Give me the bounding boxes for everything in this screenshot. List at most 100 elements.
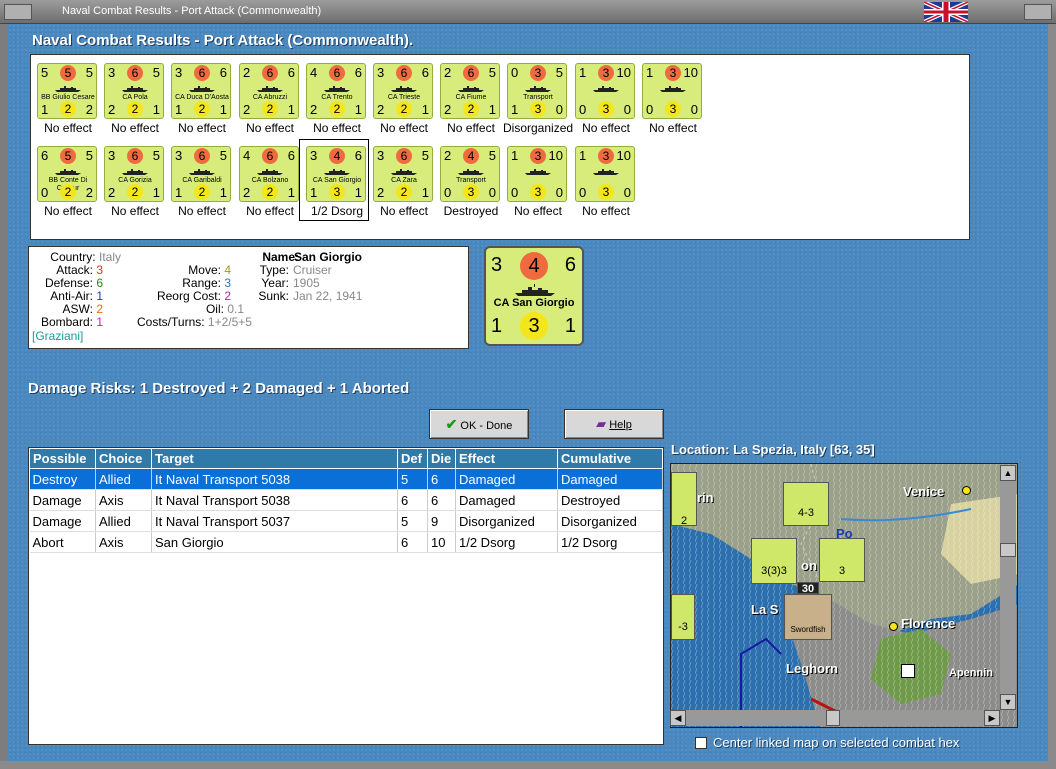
unit-counter[interactable]: 3 6 5 CA Zara 2 2 1 No effect <box>369 142 433 218</box>
map-unit-counter[interactable]: 4-3 <box>783 482 829 526</box>
map-horizontal-scrollbar[interactable]: ◀ ▶ <box>670 710 1000 726</box>
scroll-down-button[interactable]: ▼ <box>1000 694 1016 710</box>
unit-counter-face[interactable]: 3 4 6 CA San Giorgio 1 3 1 <box>306 146 366 202</box>
unit-counter-face[interactable]: 3 6 6 CA Trieste 2 2 1 <box>373 63 433 119</box>
unit-counter-face[interactable]: 5 5 5 BB Giulio Cesare 1 2 2 <box>37 63 97 119</box>
unit-counter-face[interactable]: 3 6 6 CA Duca D'Aosta 1 2 1 <box>171 63 231 119</box>
unit-counter-face[interactable]: 2 6 6 CA Abruzzi 2 2 1 <box>239 63 299 119</box>
unit-counter[interactable]: 3 6 6 CA Trieste 2 2 1 No effect <box>369 59 433 135</box>
unit-move: 6 <box>354 148 362 163</box>
unit-asw: 2 <box>60 101 76 117</box>
linked-map[interactable]: Venice Florence Leghorn La S Apennin rin… <box>670 463 1018 728</box>
unit-effect: No effect <box>246 204 294 218</box>
defense-row: Defense: 6 <box>29 276 103 290</box>
unit-counter[interactable]: 4 6 6 CA Bolzano 2 2 1 No effect <box>235 142 299 218</box>
unit-counter[interactable]: 3 6 6 CA Duca D'Aosta 1 2 1 No effect <box>167 59 231 135</box>
unit-counter[interactable]: 2 4 5 Transport 0 3 0 Destroyed <box>436 142 500 218</box>
unit-aa: 2 <box>377 102 385 117</box>
unit-asw: 2 <box>463 101 479 117</box>
unit-counter[interactable]: 3 6 5 CA Gorizia 2 2 1 No effect <box>100 142 164 218</box>
ok-done-label: OK - Done <box>460 420 513 432</box>
map-vertical-scrollbar[interactable]: ▲ ▼ <box>1000 465 1016 710</box>
col-def[interactable]: Def <box>397 448 428 469</box>
unit-counter-face[interactable]: 3 6 5 CA Zara 2 2 1 <box>373 146 433 202</box>
unit-counter[interactable]: 1 3 10 0 3 0 No effect <box>638 59 702 135</box>
unit-counter[interactable]: 4 6 6 CA Trento 2 2 1 No effect <box>302 59 366 135</box>
unit-counter-face[interactable]: 3 6 5 CA Garibaldi 1 2 1 <box>171 146 231 202</box>
help-button[interactable]: ▰ Help <box>564 409 664 439</box>
unit-counter[interactable]: 3 6 5 CA Garibaldi 1 2 1 No effect <box>167 142 231 218</box>
col-effect[interactable]: Effect <box>455 448 558 469</box>
unit-counter-face[interactable]: 1 3 10 0 3 0 <box>575 146 635 202</box>
move-label: Move: <box>188 263 221 277</box>
table-row[interactable]: Damage Axis It Naval Transport 5038 6 6 Damag… <box>29 489 663 511</box>
country-row: Country: Italy <box>29 250 121 264</box>
unit-aa: 1 <box>41 102 49 117</box>
unit-counter-face[interactable]: 4 6 6 CA Trento 2 2 1 <box>306 63 366 119</box>
unit-counter-face[interactable]: 3 6 5 CA Gorizia 2 2 1 <box>104 146 164 202</box>
col-die[interactable]: Die <box>427 448 456 469</box>
unit-counter-face[interactable]: 1 3 10 0 3 0 <box>642 63 702 119</box>
table-cell: 1/2 Dsorg <box>455 531 558 553</box>
unit-move: 10 <box>616 65 631 80</box>
close-button[interactable] <box>1024 4 1052 20</box>
system-menu-button[interactable] <box>4 4 32 20</box>
map-air-unit-counter[interactable]: Swordfish <box>784 594 832 640</box>
unit-counter-face[interactable]: 1 3 10 0 3 0 <box>507 146 567 202</box>
center-map-checkbox-row[interactable]: Center linked map on selected combat hex <box>695 735 959 750</box>
unit-counter-face[interactable]: 3 6 5 CA Pola 2 2 1 <box>104 63 164 119</box>
unit-counter-face[interactable]: 655BB Conte Di Cavour022 <box>37 146 97 202</box>
unit-counter-face[interactable]: 0 3 5 Transport 1 3 0 <box>507 63 567 119</box>
unit-counter[interactable]: 1 3 10 0 3 0 No effect <box>571 142 635 218</box>
unit-counter-face[interactable]: 1 3 10 0 3 0 <box>575 63 635 119</box>
unit-counter[interactable]: 0 3 5 Transport 1 3 0 Disorganized <box>503 59 573 135</box>
unit-move: 6 <box>421 65 429 80</box>
vertical-scroll-thumb[interactable] <box>1000 543 1016 557</box>
map-unit-counter[interactable]: 2 <box>671 472 697 527</box>
unit-asw: 2 <box>396 101 412 117</box>
unit-counter-face[interactable]: 4 6 6 CA Bolzano 2 2 1 <box>239 146 299 202</box>
table-row[interactable]: Destroy Allied It Naval Transport 5038 5 6 Da… <box>29 468 663 490</box>
map-unit-counter[interactable]: 3 <box>819 538 865 582</box>
table-cell: Allied <box>95 510 152 532</box>
col-target[interactable]: Target <box>151 448 398 469</box>
unit-counter[interactable]: 2 6 6 CA Abruzzi 2 2 1 No effect <box>235 59 299 135</box>
unit-counter[interactable]: 3 4 6 CA San Giorgio 1 3 1 1/2 Dsorg <box>299 139 369 221</box>
unit-aa: 2 <box>243 102 251 117</box>
map-unit-counter[interactable]: 3(3)3 <box>751 538 797 584</box>
help-label: Help <box>609 419 632 431</box>
unit-counter-face[interactable]: 2 4 5 Transport 0 3 0 <box>440 146 500 202</box>
unit-defense: 6 <box>127 65 143 81</box>
sunk-value: Jan 22, 1941 <box>293 289 363 303</box>
unit-counter[interactable]: 5 5 5 BB Giulio Cesare 1 2 2 No effect <box>33 59 97 135</box>
year-label: Year: <box>261 276 289 290</box>
scroll-left-button[interactable]: ◀ <box>670 710 686 726</box>
unit-counter[interactable]: 1 3 10 0 3 0 No effect <box>571 59 635 135</box>
unit-counter[interactable]: 655BB Conte Di Cavour022 No effect <box>33 142 97 218</box>
table-row[interactable]: Abort Axis San Giorgio 6 10 1/2 Dsorg 1/2 Dsor… <box>29 531 663 553</box>
unit-counter[interactable]: 2 6 5 CA Fiume 2 2 1 No effect <box>436 59 500 135</box>
unit-effect: Disorganized <box>503 121 574 135</box>
unit-counter[interactable]: 1 3 10 0 3 0 No effect <box>503 142 567 218</box>
unit-counter-face[interactable]: 2 6 5 CA Fiume 2 2 1 <box>440 63 500 119</box>
table-row[interactable]: Damage Allied It Naval Transport 5037 5 9 Dis… <box>29 510 663 532</box>
unit-effect: No effect <box>582 204 630 218</box>
unit-effect: Destroyed <box>443 204 499 218</box>
scroll-up-button[interactable]: ▲ <box>1000 465 1016 481</box>
table-cell: 10 <box>427 531 456 553</box>
horizontal-scroll-thumb[interactable] <box>826 710 840 726</box>
ok-done-button[interactable]: ✔ OK - Done <box>429 409 529 439</box>
col-possible[interactable]: Possible <box>29 448 96 469</box>
center-map-checkbox[interactable] <box>695 737 707 749</box>
unit-counter[interactable]: 3 6 5 CA Pola 2 2 1 No effect <box>100 59 164 135</box>
unit-aa: 2 <box>243 185 251 200</box>
unit-aa: 1 <box>310 185 318 200</box>
unit-bombard: 1 <box>421 102 429 117</box>
sunk-label: Sunk: <box>258 289 289 303</box>
move-row: Move: 4 <box>129 263 231 277</box>
col-choice[interactable]: Choice <box>95 448 152 469</box>
unit-defense: 6 <box>194 148 210 164</box>
scroll-right-button[interactable]: ▶ <box>984 710 1000 726</box>
map-unit-counter[interactable]: -3 <box>671 594 695 640</box>
col-cumulative[interactable]: Cumulative <box>557 448 663 469</box>
